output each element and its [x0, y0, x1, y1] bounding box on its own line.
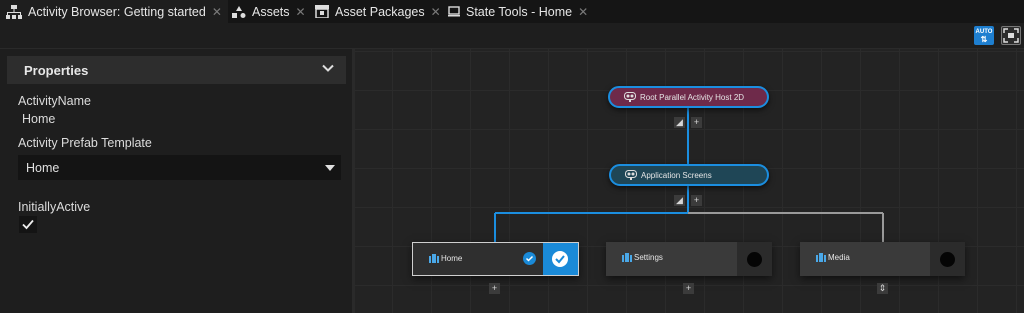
activity-name-value: Home [22, 112, 56, 126]
initially-active-checkbox[interactable] [19, 216, 37, 233]
auto-layout-button[interactable]: AUTO ⇅ [974, 26, 994, 45]
application-screens-node[interactable]: Application Screens [609, 164, 769, 186]
arrows-icon: ⇅ [980, 35, 988, 44]
chevron-down-icon[interactable] [322, 64, 334, 73]
assets-icon [232, 5, 246, 18]
activity-icon [816, 253, 826, 262]
activity-name-label: ActivityName [18, 94, 91, 108]
fit-view-icon [1003, 28, 1019, 43]
close-icon[interactable]: ✕ [578, 5, 588, 19]
inactive-dot-icon [940, 252, 955, 267]
settings-label: Settings [634, 253, 663, 262]
prefab-template-value: Home [26, 161, 60, 175]
prefab-template-select[interactable]: Home [18, 155, 341, 180]
inactive-dot-icon [747, 252, 762, 267]
initially-active-label: InitiallyActive [18, 200, 91, 214]
prefab-template-label: Activity Prefab Template [18, 136, 152, 150]
close-icon[interactable]: ✕ [212, 5, 222, 19]
tab-label: Assets [252, 4, 290, 19]
add-child-button[interactable]: + [489, 283, 500, 294]
parallel-activity-icon [624, 92, 636, 102]
collapse-button[interactable]: ◢ [674, 195, 685, 206]
add-child-button[interactable]: + [683, 283, 694, 294]
activity-icon [429, 254, 439, 263]
checked-circle-icon [552, 251, 568, 267]
properties-panel: Properties ActivityName Home Activity Pr… [0, 49, 352, 313]
tab-label: State Tools - Home [466, 4, 573, 19]
expand-button[interactable]: ⇕ [877, 283, 888, 294]
root-activity-node[interactable]: Root Parallel Activity Host 2D [608, 86, 769, 108]
media-activity-node[interactable]: Media [800, 242, 965, 276]
close-icon[interactable]: ✕ [296, 5, 306, 19]
monitor-icon [448, 6, 460, 17]
close-icon[interactable]: ✕ [431, 5, 441, 19]
settings-activity-node[interactable]: Settings [606, 242, 772, 276]
parallel-activity-icon [625, 170, 637, 180]
collapse-button[interactable]: ◢ [674, 117, 685, 128]
active-check-icon [523, 252, 536, 265]
tab-state-tools[interactable]: State Tools - Home ✕ [442, 0, 594, 23]
home-label: Home [441, 254, 463, 263]
application-screens-label: Application Screens [641, 170, 712, 180]
media-label: Media [828, 253, 850, 262]
add-child-button[interactable]: + [691, 117, 702, 128]
panel-title: Properties [24, 63, 89, 78]
fit-to-view-button[interactable] [1001, 26, 1021, 45]
checkmark-icon [22, 219, 34, 230]
activity-icon [622, 253, 632, 262]
dropdown-arrow-icon [325, 165, 335, 171]
root-activity-label: Root Parallel Activity Host 2D [640, 92, 745, 102]
add-child-button[interactable]: + [691, 195, 702, 206]
activate-toggle[interactable] [543, 243, 578, 275]
activate-toggle[interactable] [930, 242, 965, 276]
home-activity-node[interactable]: Home [412, 242, 579, 276]
tab-label: Activity Browser: Getting started [28, 4, 206, 19]
tab-activity-browser[interactable]: Activity Browser: Getting started ✕ [0, 0, 228, 23]
tab-assets[interactable]: Assets ✕ [226, 0, 312, 23]
asset-packages-icon [315, 5, 329, 18]
activate-toggle[interactable] [737, 242, 772, 276]
tab-bar: Activity Browser: Getting started ✕ Asse… [0, 0, 1024, 23]
properties-header[interactable]: Properties [7, 56, 346, 84]
tab-label: Asset Packages [335, 4, 425, 19]
activity-tree-icon [6, 4, 22, 19]
activity-graph-canvas[interactable]: Root Parallel Activity Host 2D ◢ + Appli… [355, 49, 1024, 313]
tab-asset-packages[interactable]: Asset Packages ✕ [309, 0, 447, 23]
